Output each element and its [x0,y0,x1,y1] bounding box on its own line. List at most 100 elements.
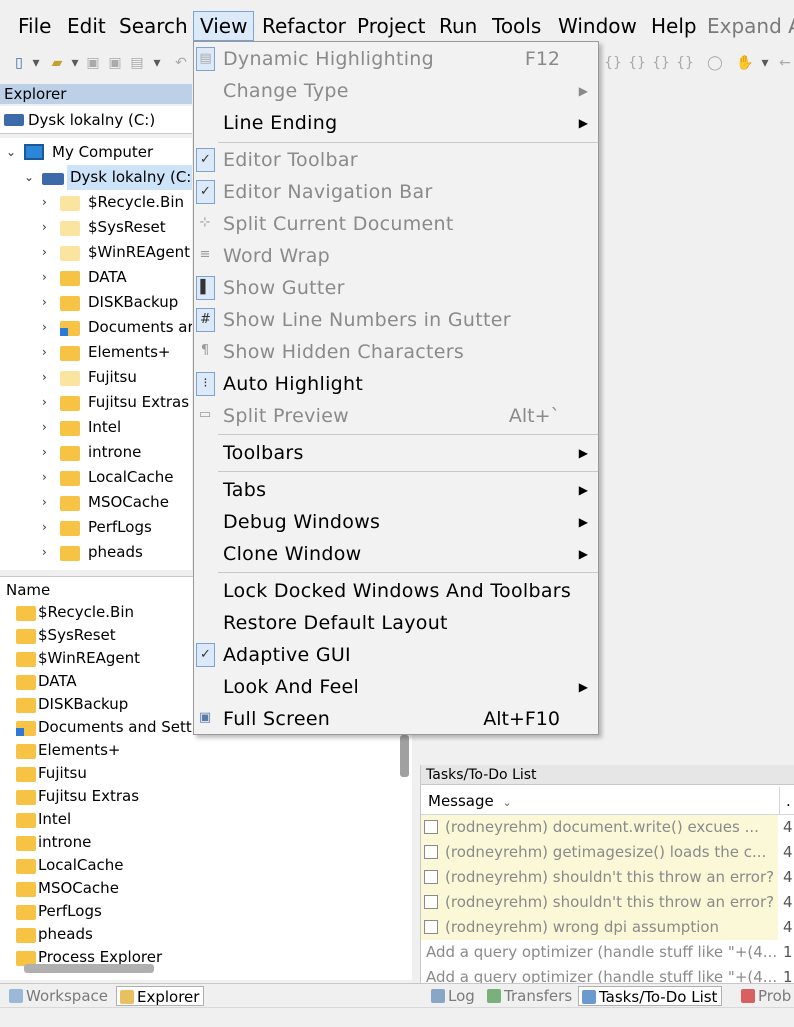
task-row[interactable]: (rodneyrehm) wrong dpi assumption 4 [421,915,794,940]
menu-refactor[interactable]: Refactor [262,12,346,40]
chevron-right-icon[interactable]: › [42,315,47,340]
list-item[interactable]: PerfLogs [16,900,102,923]
menu-item-lock-docked-windows[interactable]: Lock Docked Windows And Toolbars [194,575,598,607]
list-item[interactable]: $SysReset [16,624,116,647]
menu-item-change-type[interactable]: Change Type ▶ [194,75,598,107]
chevron-right-icon[interactable]: › [42,390,47,415]
tab-explorer[interactable]: Explorer [116,986,205,1006]
brace-over-icon[interactable]: {} [676,52,694,74]
drive-selector[interactable]: Dysk lokalny (C:) [0,106,192,134]
menu-view[interactable]: View [193,11,255,41]
menu-item-split-preview[interactable]: ▭ Split Preview Alt+` [194,400,598,432]
list-item[interactable]: introne [16,831,91,854]
task-row[interactable]: Add a query optimizer (handle stuff like… [421,965,794,983]
list-item[interactable]: Intel [16,808,71,831]
tree-item-drive[interactable]: ⌄ Dysk lokalny (C: [0,165,192,190]
chevron-right-icon[interactable]: › [42,415,47,440]
task-checkbox[interactable] [424,845,438,859]
hand-icon[interactable]: ✋ [736,52,754,74]
list-item[interactable]: Elements+ [16,739,121,762]
message-column-header[interactable]: Message ⌄ . [421,787,794,815]
chevron-right-icon[interactable]: › [42,490,47,515]
menu-project[interactable]: Project [357,12,425,40]
menu-item-line-ending[interactable]: Line Ending ▶ [194,107,598,139]
list-item[interactable]: $Recycle.Bin [16,601,134,624]
menu-item-adaptive-gui[interactable]: ✓ Adaptive GUI [194,639,598,671]
chevron-right-icon[interactable]: › [42,215,47,240]
menu-item-restore-default-layout[interactable]: Restore Default Layout [194,607,598,639]
list-item[interactable]: LocalCache [16,854,124,877]
menu-edit[interactable]: Edit [67,12,106,40]
stop-icon[interactable]: ◯ [706,52,724,74]
menu-search[interactable]: Search [119,12,188,40]
column-header-extra[interactable]: . [779,787,791,815]
list-item[interactable]: DATA [16,670,77,693]
list-item[interactable]: DISKBackup [16,693,128,716]
back-arrow-icon[interactable]: ← [776,52,794,74]
save-all-icon[interactable]: ▣ [106,52,124,74]
task-row[interactable]: (rodneyrehm) getimagesize() loads the c.… [421,840,794,865]
list-item[interactable]: $WinREAgent [16,647,140,670]
task-row[interactable]: (rodneyrehm) shouldn't this throw an err… [421,890,794,915]
name-column-header[interactable]: Name [6,581,50,599]
task-row[interactable]: Add a query optimizer (handle stuff like… [421,940,794,965]
undo-icon[interactable]: ↶ [172,52,190,74]
menu-item-split-current-document[interactable]: ⊹ Split Current Document [194,208,598,240]
chevron-right-icon[interactable]: › [42,440,47,465]
menu-item-editor-navigation-bar[interactable]: ✓ Editor Navigation Bar [194,176,598,208]
save-icon[interactable]: ▣ [84,52,102,74]
menu-item-show-gutter[interactable]: ▌ Show Gutter [194,272,598,304]
chevron-down-icon[interactable]: ▾ [756,52,774,74]
list-item[interactable]: Documents and Setti [16,716,196,739]
menu-item-clone-window[interactable]: Clone Window ▶ [194,538,598,570]
chevron-right-icon[interactable]: › [42,465,47,490]
task-checkbox[interactable] [424,820,438,834]
chevron-right-icon[interactable]: › [42,290,47,315]
menu-item-show-hidden-characters[interactable]: ¶ Show Hidden Characters [194,336,598,368]
chevron-right-icon[interactable]: › [42,365,47,390]
menu-item-full-screen[interactable]: ▣ Full Screen Alt+F10 [194,703,598,735]
open-file-icon[interactable]: ▰ [48,52,66,74]
list-item[interactable]: Fujitsu [16,762,87,785]
tab-problems[interactable]: Prob [738,986,791,1006]
menu-item-show-line-numbers[interactable]: # Show Line Numbers in Gutter [194,304,598,336]
task-row[interactable]: (rodneyrehm) document.write() excues ...… [421,815,794,840]
vertical-scrollbar[interactable] [400,735,409,777]
print-icon[interactable]: ▤ [128,52,146,74]
chevron-right-icon[interactable]: › [42,190,47,215]
chevron-right-icon[interactable]: › [42,240,47,265]
menu-item-word-wrap[interactable]: ≡ Word Wrap [194,240,598,272]
chevron-right-icon[interactable]: › [42,265,47,290]
menu-tools[interactable]: Tools [492,12,541,40]
menu-help[interactable]: Help [651,12,697,40]
menu-window[interactable]: Window [558,12,637,40]
list-item[interactable]: Fujitsu Extras [16,785,139,808]
chevron-down-icon[interactable]: ▾ [148,52,166,74]
new-file-icon[interactable]: ▯ [10,52,28,74]
brace-step-icon[interactable]: {} [628,52,646,74]
chevron-down-icon[interactable]: ▾ [66,52,84,74]
task-row[interactable]: (rodneyrehm) shouldn't this throw an err… [421,865,794,890]
list-item[interactable]: pheads [16,923,93,946]
menu-run[interactable]: Run [439,12,477,40]
menu-item-look-and-feel[interactable]: Look And Feel ▶ [194,671,598,703]
menu-item-debug-windows[interactable]: Debug Windows ▶ [194,506,598,538]
menu-file[interactable]: File [18,12,51,40]
horizontal-scrollbar[interactable] [24,964,154,973]
chevron-down-icon[interactable]: ▾ [27,52,45,74]
tab-transfers[interactable]: Transfers [484,986,572,1006]
tab-tasks[interactable]: Tasks/To-Do List [578,986,723,1006]
chevron-right-icon[interactable]: › [42,515,47,540]
chevron-right-icon[interactable]: › [42,540,47,565]
menu-item-tabs[interactable]: Tabs ▶ [194,474,598,506]
menu-item-dynamic-highlighting[interactable]: ▤ Dynamic Highlighting F12 [194,43,598,75]
task-checkbox[interactable] [424,870,438,884]
brace-icon[interactable]: {} [604,52,622,74]
chevron-down-icon[interactable]: ⌄ [6,140,16,165]
tab-workspace[interactable]: Workspace [6,986,108,1006]
menu-item-auto-highlight[interactable]: ⁝ Auto Highlight [194,368,598,400]
chevron-right-icon[interactable]: › [42,340,47,365]
menu-item-toolbars[interactable]: Toolbars ▶ [194,437,598,469]
brace-out-icon[interactable]: {} [652,52,670,74]
chevron-down-icon[interactable]: ⌄ [24,165,34,190]
